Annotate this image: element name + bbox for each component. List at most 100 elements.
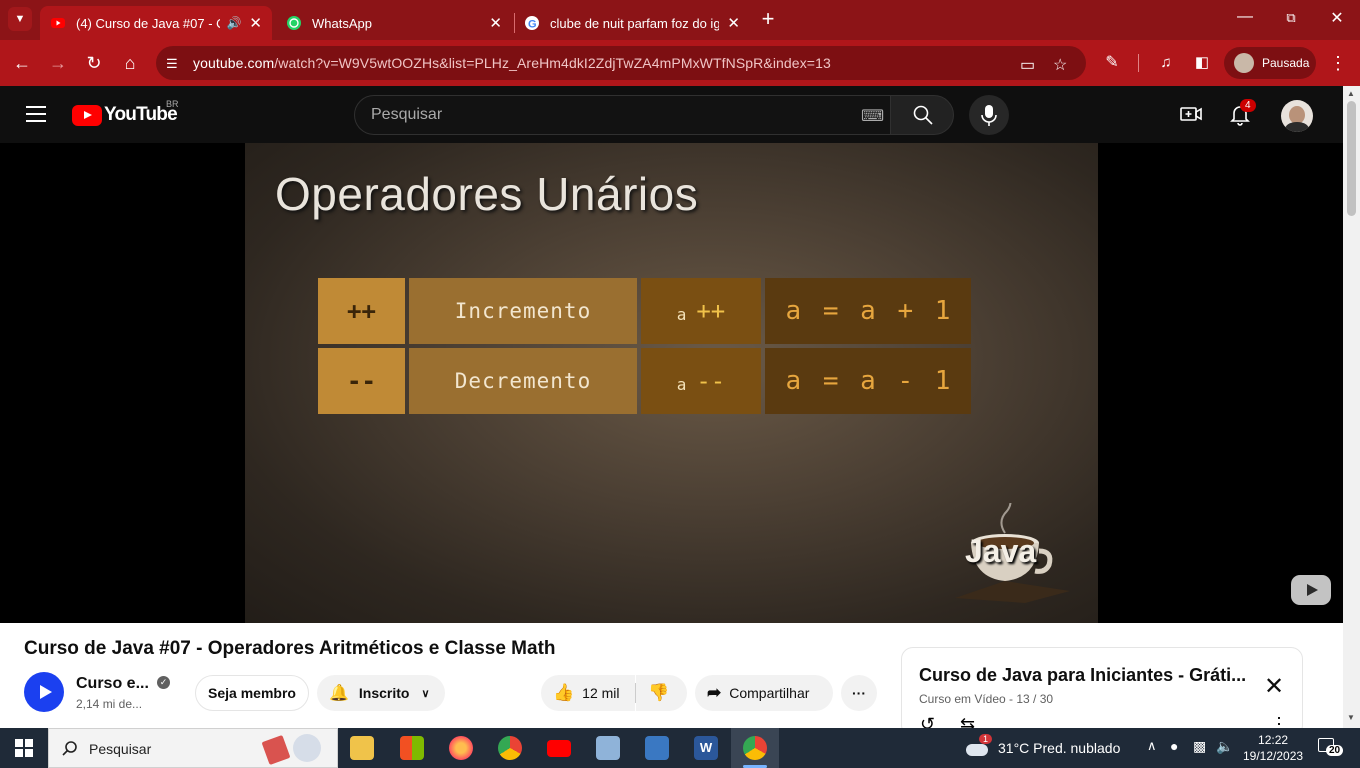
usage-operator: ++ [696,297,726,325]
volume-icon[interactable]: 🔈 [1216,738,1233,755]
account-avatar[interactable] [1281,100,1313,132]
taskbar-chrome-active[interactable] [731,728,779,768]
microsoft-store-icon[interactable] [400,736,424,760]
playlist-title[interactable]: Curso de Java para Iniciantes - Gráti... [919,665,1246,686]
firefox-icon[interactable] [449,736,473,760]
keyboard-icon[interactable]: ⌨ [861,106,884,126]
reload-icon[interactable]: ↻ [83,52,105,74]
bookmark-star-icon[interactable]: ☆ [1053,55,1067,75]
chevron-down-icon: ∨ [421,687,430,700]
chrome-menu-icon[interactable]: ⋮ [1327,52,1349,74]
restore-icon[interactable]: ⧉ [1279,10,1303,26]
search-icon [913,105,933,125]
show-hidden-icons-chevron-icon[interactable]: ∧ [1147,738,1157,754]
tab-youtube[interactable]: (4) Curso de Java #07 - Ope 🔊 ✕ [40,6,272,40]
scroll-up-arrow-icon[interactable]: ▲ [1347,89,1355,98]
scroll-down-arrow-icon[interactable]: ▼ [1347,713,1355,722]
close-window-icon[interactable]: ✕ [1325,8,1349,28]
thumbs-up-icon: 👍 [553,683,575,702]
clock-time: 12:22 [1258,733,1289,747]
windows-start-icon[interactable] [15,739,33,757]
close-playlist-icon[interactable]: ✕ [1264,672,1284,701]
youtube-header: YouTube BR Pesquisar ⌨ 4 [0,86,1343,143]
youtube-app-icon[interactable] [547,740,571,757]
page-scrollbar[interactable]: ▲ ▼ [1343,86,1360,728]
hamburger-menu-icon[interactable] [26,106,46,122]
address-bar[interactable]: ☰ youtube.com/watch?v=W9V5wtOOZHs&list=P… [156,46,1086,80]
url-path: /watch?v=W9V5wtOOZHs&list=PLHz_AreHm4dkI… [274,55,831,71]
speaker-icon[interactable]: 🔊 [226,16,241,30]
youtube-logo[interactable]: YouTube BR [72,99,179,126]
usage-operator: -- [696,367,726,395]
youtube-watermark-icon[interactable] [1291,575,1331,605]
create-video-icon[interactable] [1179,104,1203,124]
profile-label: Pausada [1262,56,1310,70]
notifications-bell-icon[interactable]: 4 [1228,99,1256,126]
weather-alert-badge: 1 [979,734,993,744]
weather-text[interactable]: 31°C Pred. nublado [998,740,1120,756]
video-player[interactable]: Operadores Unários ++ Incremento a ++ a … [0,143,1343,623]
share-button[interactable]: ➦ Compartilhar [695,675,833,711]
forward-icon[interactable]: → [47,52,69,74]
tab-google-search[interactable]: G clube de nuit parfam foz do igu ✕ [514,6,750,40]
extensions-icon[interactable]: ✎ [1101,52,1123,74]
bell-icon: 🔔 [329,685,349,702]
remote-desktop-icon[interactable] [596,736,620,760]
join-button[interactable]: Seja membro [195,675,309,711]
notification-center-icon[interactable]: 20 [1318,737,1344,759]
home-icon[interactable]: ⌂ [119,52,141,74]
tab-whatsapp[interactable]: WhatsApp ✕ [276,6,512,40]
like-button[interactable]: 👍 12 mil [541,675,635,711]
close-tab-icon[interactable]: ✕ [727,14,740,32]
chrome-icon[interactable] [498,736,522,760]
file-explorer-icon[interactable] [350,736,374,760]
close-tab-icon[interactable]: ✕ [249,14,262,32]
minimize-icon[interactable]: — [1233,8,1257,26]
weather-icon[interactable]: 1 [966,734,993,756]
close-tab-icon[interactable]: ✕ [489,14,502,32]
share-label: Compartilhar [729,685,810,701]
network-icon[interactable]: ▩ [1193,738,1206,755]
browser-toolbar: ← → ↻ ⌂ ☰ youtube.com/watch?v=W9V5wtOOZH… [0,40,1360,86]
search-icon [62,741,77,756]
dislike-button[interactable]: 👎 [636,675,687,711]
whatsapp-icon [287,16,301,30]
usage-cell: a ++ [641,278,761,344]
operator-cell: -- [318,348,405,414]
site-info-icon[interactable]: ☰ [166,56,178,72]
virtualbox-icon[interactable] [645,736,669,760]
new-tab-button[interactable]: + [758,7,778,31]
profile-button[interactable]: Pausada [1224,47,1316,79]
operator-cell: ++ [318,278,405,344]
channel-name[interactable]: Curso e... [76,675,149,693]
scrollbar-thumb[interactable] [1347,101,1356,216]
taskbar-search-box[interactable]: Pesquisar [48,728,338,768]
subscribed-button[interactable]: 🔔 Inscrito ∨ [317,675,445,711]
share-icon: ➦ [707,683,722,702]
playlist-panel: Curso de Java para Iniciantes - Gráti...… [901,647,1303,737]
channel-avatar[interactable] [24,672,64,712]
taskbar-search-placeholder: Pesquisar [89,741,152,757]
voice-search-button[interactable] [969,95,1009,135]
browser-tab-strip: ▼ (4) Curso de Java #07 - Ope 🔊 ✕ WhatsA… [0,0,1360,40]
search-placeholder: Pesquisar [371,106,443,123]
search-button[interactable] [890,95,954,135]
usage-cell: a -- [641,348,761,414]
more-actions-button[interactable]: ··· [841,675,877,711]
tab-search-button[interactable]: ▼ [8,7,32,31]
back-icon[interactable]: ← [11,52,33,74]
youtube-favicon-icon [51,18,65,28]
meet-now-icon[interactable]: ● [1170,738,1178,754]
equivalent-cell: a = a + 1 [765,278,971,344]
side-panel-icon[interactable]: ◧ [1191,52,1213,74]
chevron-down-icon: ▼ [14,13,26,25]
taskbar-clock[interactable]: 12:22 19/12/2023 [1243,732,1303,764]
usage-variable: a [676,304,687,324]
tab-title: WhatsApp [312,15,372,31]
word-icon[interactable]: W [694,736,718,760]
media-control-icon[interactable]: ♫ [1155,52,1177,74]
search-input[interactable]: Pesquisar ⌨ [354,95,891,135]
search-highlight-illustration-icon [261,732,333,766]
notification-count-badge: 4 [1240,99,1256,112]
install-app-icon[interactable]: ▭ [1020,55,1035,75]
